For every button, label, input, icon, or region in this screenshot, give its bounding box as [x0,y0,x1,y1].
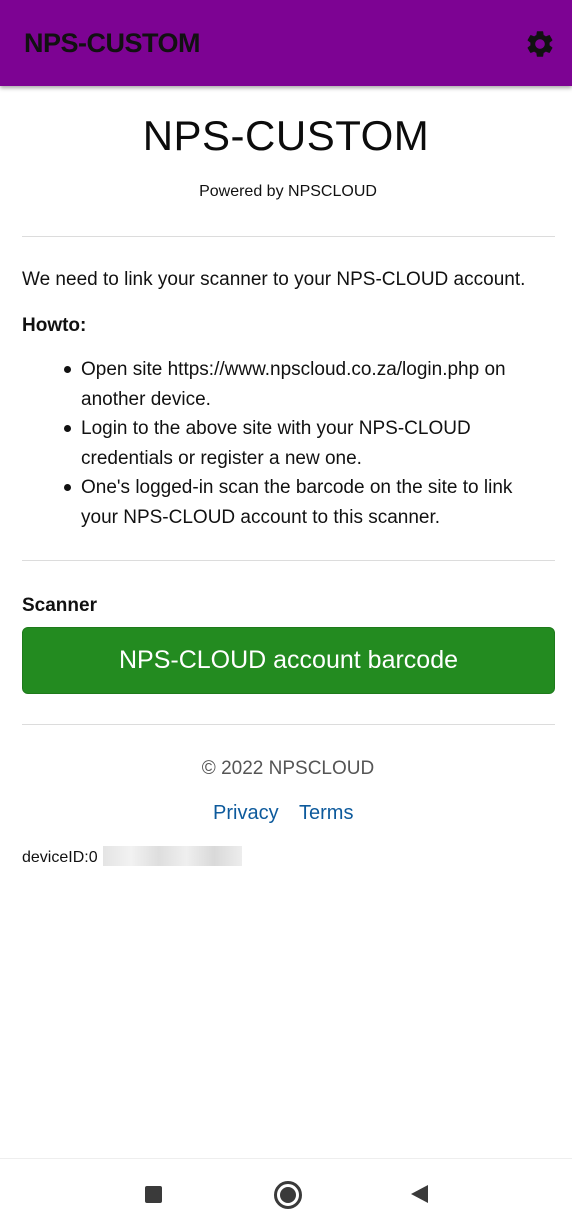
howto-heading: Howto: [22,315,87,336]
system-nav-bar [0,1158,572,1225]
back-triangle-icon[interactable] [411,1185,428,1203]
gear-icon[interactable] [524,28,556,60]
divider [22,560,555,561]
step-text-line: Open site https://www.npscloud.co.za/log… [81,359,506,380]
step-text-line: your NPS-CLOUD account to this scanner. [81,506,441,528]
powered-by-text: Powered by NPSCLOUD [199,183,377,200]
step-text-line: Login to the above site with your NPS-CL… [81,418,471,439]
app-bar-title: NPS-CUSTOM [24,28,201,58]
intro-text: We need to link your scanner to your NPS… [22,269,526,290]
divider [22,236,555,237]
terms-link[interactable]: Terms [299,802,353,825]
page-title: NPS-CUSTOM [142,112,430,159]
howto-steps-list: Open site https://www.npscloud.co.za/log… [64,355,561,532]
account-barcode-button[interactable]: NPS-CLOUD account barcode [22,627,555,694]
home-circle-icon[interactable] [274,1181,302,1209]
square-icon[interactable] [145,1186,162,1203]
app-bar: NPS-CUSTOM [0,0,572,86]
divider [22,724,555,725]
copyright-text: © 2022 NPSCLOUD [201,758,375,779]
redacted-device-id [103,846,242,866]
bullet-icon [64,484,71,491]
list-item: Open site https://www.npscloud.co.za/log… [64,355,561,414]
list-item: Login to the above site with your NPS-CL… [64,414,561,473]
step-text-line: One's logged-in scan the barcode on the … [81,477,513,498]
scanner-section-label: Scanner [22,595,97,616]
step-text-line: credentials or register a new one. [81,447,362,469]
step-text-line: another device. [81,388,211,410]
bullet-icon [64,425,71,432]
bullet-icon [64,366,71,373]
device-id-label: deviceID:0 [22,849,98,866]
privacy-link[interactable]: Privacy [213,802,279,825]
list-item: One's logged-in scan the barcode on the … [64,473,561,532]
